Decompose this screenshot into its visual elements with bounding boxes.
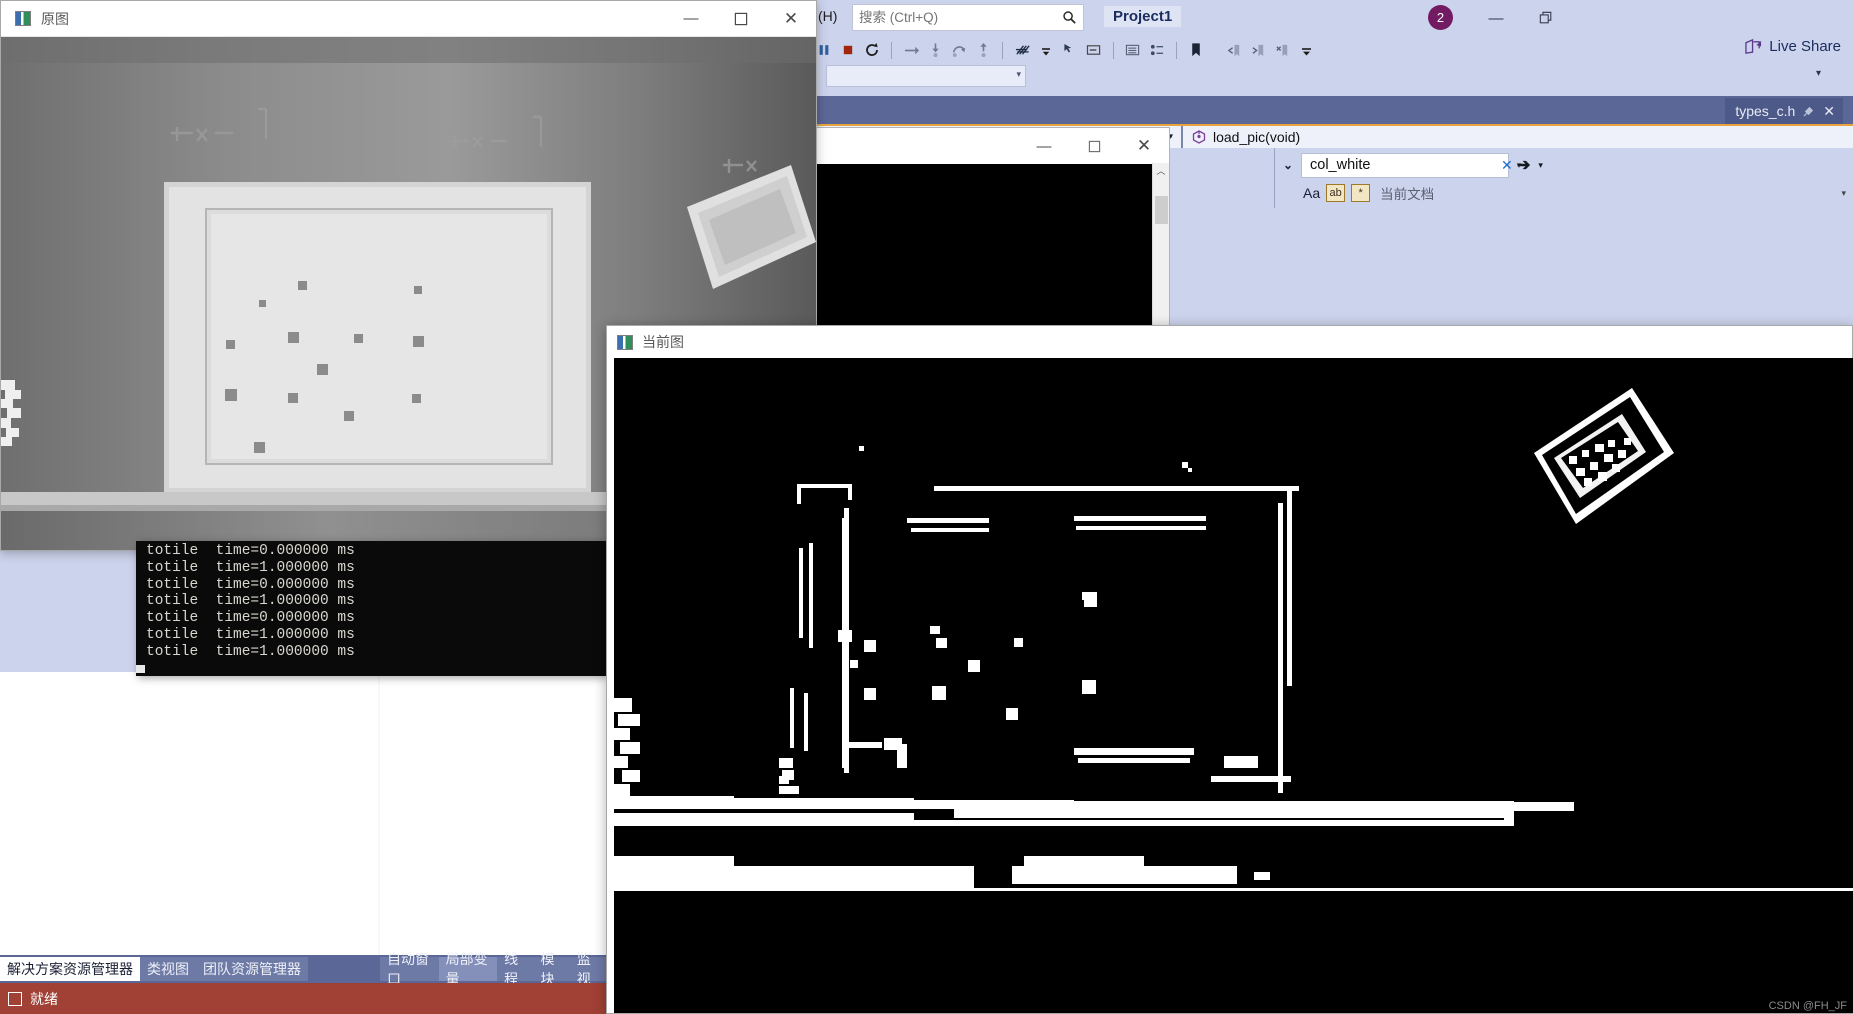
chevron-down-icon[interactable]: ⌄ bbox=[1275, 158, 1301, 172]
image-window-icon bbox=[15, 11, 31, 26]
toolbar-separator-2 bbox=[1002, 41, 1003, 59]
scrollbar-thumb[interactable] bbox=[1155, 196, 1168, 224]
clear-bookmark-icon[interactable] bbox=[1270, 38, 1294, 62]
project-name-label: Project1 bbox=[1104, 6, 1182, 27]
method-cube-icon bbox=[1192, 130, 1206, 144]
window-mid-maximize[interactable] bbox=[1069, 128, 1119, 164]
window-current-titlebar[interactable]: 当前图 bbox=[607, 326, 1852, 358]
show-next-statement-icon[interactable] bbox=[1058, 38, 1082, 62]
restart-icon[interactable] bbox=[860, 38, 884, 62]
console-window: totile time=0.000000 ms totile time=1.00… bbox=[136, 541, 606, 676]
window-current-image: 当前图 bbox=[606, 325, 1853, 1014]
frames-icon[interactable] bbox=[1082, 38, 1106, 62]
document-tabstrip: types_c.h ✕ bbox=[806, 96, 1853, 124]
toolbar-separator-4 bbox=[1176, 41, 1177, 59]
window-mid-canvas bbox=[815, 164, 1155, 327]
tab-autos[interactable]: 自动窗口 bbox=[380, 951, 439, 987]
find-scope-label[interactable]: 当前文档 bbox=[1380, 183, 1434, 203]
vs-minimize-button[interactable]: — bbox=[1478, 6, 1514, 30]
live-share-label: Live Share bbox=[1769, 38, 1841, 55]
find-next-icon[interactable]: ➔ bbox=[1509, 155, 1538, 175]
window-original-controls: — ✕ bbox=[666, 1, 816, 37]
find-row-options: Aa ab * 当前文档 ▾ bbox=[1275, 180, 1853, 206]
find-input-container[interactable]: ✕ ▾ bbox=[1301, 152, 1521, 178]
locals-window-content[interactable] bbox=[380, 672, 606, 955]
search-icon bbox=[1062, 10, 1077, 25]
tab-label: types_c.h bbox=[1735, 103, 1796, 119]
status-bar-text: 就绪 bbox=[30, 990, 58, 1007]
live-share-icon bbox=[1744, 38, 1763, 55]
breakpoints-icon[interactable] bbox=[1121, 38, 1145, 62]
window-mid-controls: — ✕ bbox=[1019, 128, 1169, 164]
window-secondary-image: — ✕ bbox=[812, 127, 1170, 328]
prev-bookmark-icon[interactable] bbox=[1222, 38, 1246, 62]
solution-explorer-content[interactable] bbox=[0, 672, 378, 955]
step-out-return-icon[interactable] bbox=[947, 38, 971, 62]
threads-icon[interactable] bbox=[1010, 38, 1034, 62]
find-next-caret-icon[interactable]: ▾ bbox=[1538, 160, 1543, 171]
tab-team-explorer[interactable]: 团队资源管理器 bbox=[196, 957, 308, 981]
step-into-icon[interactable] bbox=[923, 38, 947, 62]
image-window-icon bbox=[617, 334, 633, 350]
pin-icon[interactable] bbox=[1803, 105, 1815, 117]
status-bar: 就绪 bbox=[0, 983, 606, 1014]
tab-types_c-h[interactable]: types_c.h ✕ bbox=[1725, 98, 1843, 124]
process-toolbar-row: ▾ ▾ bbox=[806, 64, 1853, 90]
screen-root: (H) Project1 2 — bbox=[0, 0, 1853, 1014]
toolbar-overflow-chevron-icon[interactable]: ▾ bbox=[1816, 68, 1821, 79]
next-bookmark-icon[interactable] bbox=[1246, 38, 1270, 62]
console-cursor bbox=[136, 665, 145, 673]
step-out-icon[interactable] bbox=[971, 38, 995, 62]
quick-launch-search[interactable] bbox=[852, 4, 1084, 31]
window-original-titlebar[interactable]: 原图 — ✕ bbox=[1, 1, 816, 37]
toolbar-separator-3 bbox=[1113, 41, 1114, 59]
toolbar-separator bbox=[891, 41, 892, 59]
window-original-maximize[interactable] bbox=[716, 1, 766, 37]
window-original-title: 原图 bbox=[41, 10, 69, 27]
stop-icon[interactable] bbox=[836, 38, 860, 62]
breakpoint-list-icon[interactable] bbox=[1145, 38, 1169, 62]
tab-class-view[interactable]: 类视图 bbox=[140, 957, 196, 981]
chevron-down-icon: ▾ bbox=[1016, 69, 1021, 79]
find-row-primary: ⌄ ✕ ▾ ➔ ▾ bbox=[1275, 152, 1853, 178]
window-mid-scrollbar[interactable]: ︿ bbox=[1152, 163, 1169, 328]
use-regex-icon[interactable]: * bbox=[1351, 184, 1371, 202]
checkbox-icon bbox=[8, 991, 22, 1006]
scroll-up-icon[interactable]: ︿ bbox=[1153, 163, 1169, 180]
window-original-close[interactable]: ✕ bbox=[766, 1, 816, 37]
find-input[interactable] bbox=[1310, 157, 1497, 173]
tab-threads[interactable]: 线程 bbox=[497, 951, 534, 987]
overflow-icon[interactable] bbox=[1034, 38, 1058, 62]
tab-locals[interactable]: 局部变量 bbox=[438, 951, 498, 987]
window-current-title: 当前图 bbox=[642, 334, 684, 350]
vs-restore-button[interactable] bbox=[1528, 6, 1564, 30]
process-combobox[interactable]: ▾ bbox=[826, 65, 1026, 87]
toolbar-overflow-icon[interactable] bbox=[1294, 38, 1318, 62]
notification-badge[interactable]: 2 bbox=[1428, 5, 1453, 30]
tab-watch[interactable]: 监视 bbox=[569, 951, 606, 987]
bookmark-icon[interactable] bbox=[1184, 38, 1208, 62]
menu-bar-tail[interactable]: (H) bbox=[818, 8, 837, 24]
search-input[interactable] bbox=[859, 10, 1057, 25]
window-original-minimize[interactable]: — bbox=[666, 1, 716, 37]
tab-solution-explorer[interactable]: 解决方案资源管理器 bbox=[0, 957, 140, 981]
match-case-label[interactable]: Aa bbox=[1303, 185, 1320, 201]
live-share-button[interactable]: Live Share bbox=[1744, 38, 1841, 55]
tab-modules[interactable]: 模块 bbox=[533, 951, 570, 987]
console-output: totile time=0.000000 ms totile time=1.00… bbox=[146, 543, 355, 660]
debug-toolbar bbox=[806, 36, 1853, 64]
current-image-canvas bbox=[614, 358, 1853, 1013]
find-options-caret-icon[interactable]: ▾ bbox=[1841, 188, 1846, 199]
tab-close-icon[interactable]: ✕ bbox=[1823, 103, 1835, 120]
window-mid-minimize[interactable]: — bbox=[1019, 128, 1069, 164]
match-whole-word-icon[interactable]: ab bbox=[1326, 184, 1346, 202]
window-mid-close[interactable]: ✕ bbox=[1119, 128, 1169, 164]
navbar-member-label: load_pic(void) bbox=[1213, 129, 1301, 145]
window-mid-titlebar[interactable]: — ✕ bbox=[813, 128, 1169, 164]
step-over-icon[interactable] bbox=[899, 38, 923, 62]
navbar-member-combobox[interactable]: load_pic(void) bbox=[1183, 126, 1853, 148]
watermark: CSDN @FH_JF bbox=[1768, 1000, 1847, 1012]
debug-dock-tabstrip: 自动窗口 局部变量 线程 模块 监视 bbox=[380, 951, 606, 987]
quick-find-widget: ⌄ ✕ ▾ ➔ ▾ Aa ab * 当前文档 ▾ bbox=[1274, 148, 1853, 208]
